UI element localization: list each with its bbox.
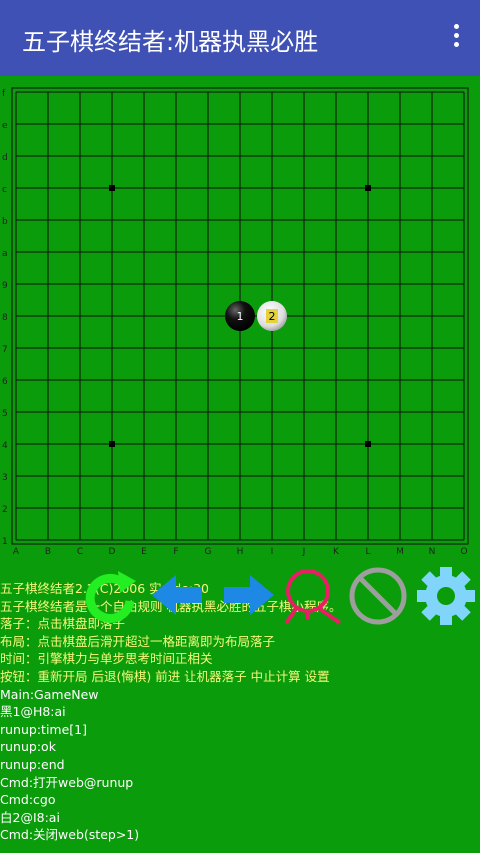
row-label: 8: [2, 313, 8, 323]
col-label: O: [460, 547, 467, 557]
col-label: B: [45, 547, 51, 557]
row-label: c: [2, 185, 7, 195]
log-line: Cmd:关闭web(step>1): [0, 827, 140, 843]
search-person-icon: [284, 569, 342, 625]
col-label: K: [333, 547, 340, 557]
col-label: N: [429, 547, 436, 557]
star-point: [365, 441, 371, 447]
row-label: a: [2, 249, 8, 259]
col-label: G: [205, 547, 212, 557]
row-label: e: [2, 121, 8, 131]
col-label: I: [271, 547, 274, 557]
log-line: 白2@I8:ai: [0, 809, 60, 825]
stone-number: 2: [269, 310, 276, 323]
log-line: runup:end: [0, 756, 65, 772]
row-label: 5: [2, 409, 8, 419]
settings-button[interactable]: [416, 565, 476, 631]
board-canvas[interactable]: 1 2 3 4 5 6 7 8 9 a b c d e f A B C D E F G H I J K L M N O 1 2: [0, 76, 480, 560]
row-label: 1: [2, 537, 8, 547]
toolbar: [0, 565, 480, 631]
row-label: d: [2, 153, 8, 163]
app-title: 五子棋终结者:机器执黑必胜: [22, 28, 319, 56]
star-point: [109, 185, 115, 191]
refresh-icon: [85, 571, 136, 623]
ai-move-button[interactable]: [282, 565, 342, 631]
log-line: 黑1@H8:ai: [0, 704, 66, 720]
col-label: A: [13, 547, 20, 557]
stop-button[interactable]: [348, 565, 408, 631]
log-line: 布局：点击棋盘后滑开超过一格距离即为布局落子: [0, 633, 276, 649]
row-label: 6: [2, 377, 8, 387]
new-game-button[interactable]: [80, 565, 140, 631]
log-line: Cmd:打开web@runup: [0, 774, 134, 790]
log-line: Cmd:cgo: [0, 792, 56, 808]
game-board[interactable]: 1 2 3 4 5 6 7 8 9 a b c d e f A B C D E F G H I J K L M N O 1 2: [0, 76, 480, 560]
arrow-left-icon: [152, 575, 202, 615]
gear-icon: [417, 567, 475, 625]
row-label: f: [2, 89, 6, 99]
row-label: 2: [2, 505, 8, 515]
col-label: C: [77, 547, 83, 557]
star-point: [365, 185, 371, 191]
stop-circle-icon: [349, 567, 407, 625]
undo-button[interactable]: [148, 565, 208, 631]
forward-button[interactable]: [218, 565, 278, 631]
col-label: M: [396, 547, 404, 557]
log-line: 按钮：重新开局 后退(悔棋) 前进 让机器落子 中止计算 设置: [0, 668, 330, 684]
col-label: H: [237, 547, 244, 557]
row-label: 7: [2, 345, 8, 355]
star-point: [109, 441, 115, 447]
col-label: F: [173, 547, 178, 557]
app-bar: 五子棋终结者:机器执黑必胜: [0, 0, 480, 76]
row-label: 9: [2, 281, 8, 291]
log-line: 时间：引擎棋力与单步思考时间正相关: [0, 651, 213, 667]
col-label: L: [365, 547, 370, 557]
log-line: runup:ok: [0, 739, 56, 755]
col-label: J: [302, 547, 306, 557]
arrow-right-icon: [224, 575, 274, 615]
log-line: runup:time[1]: [0, 721, 87, 737]
row-label: b: [2, 217, 8, 227]
more-vert-icon[interactable]: [450, 24, 462, 52]
col-label: E: [141, 547, 147, 557]
row-label: 3: [2, 473, 8, 483]
row-label: 4: [2, 441, 8, 451]
col-label: D: [109, 547, 116, 557]
stone-number: 1: [237, 310, 244, 323]
log-line: Main:GameNew: [0, 686, 99, 702]
